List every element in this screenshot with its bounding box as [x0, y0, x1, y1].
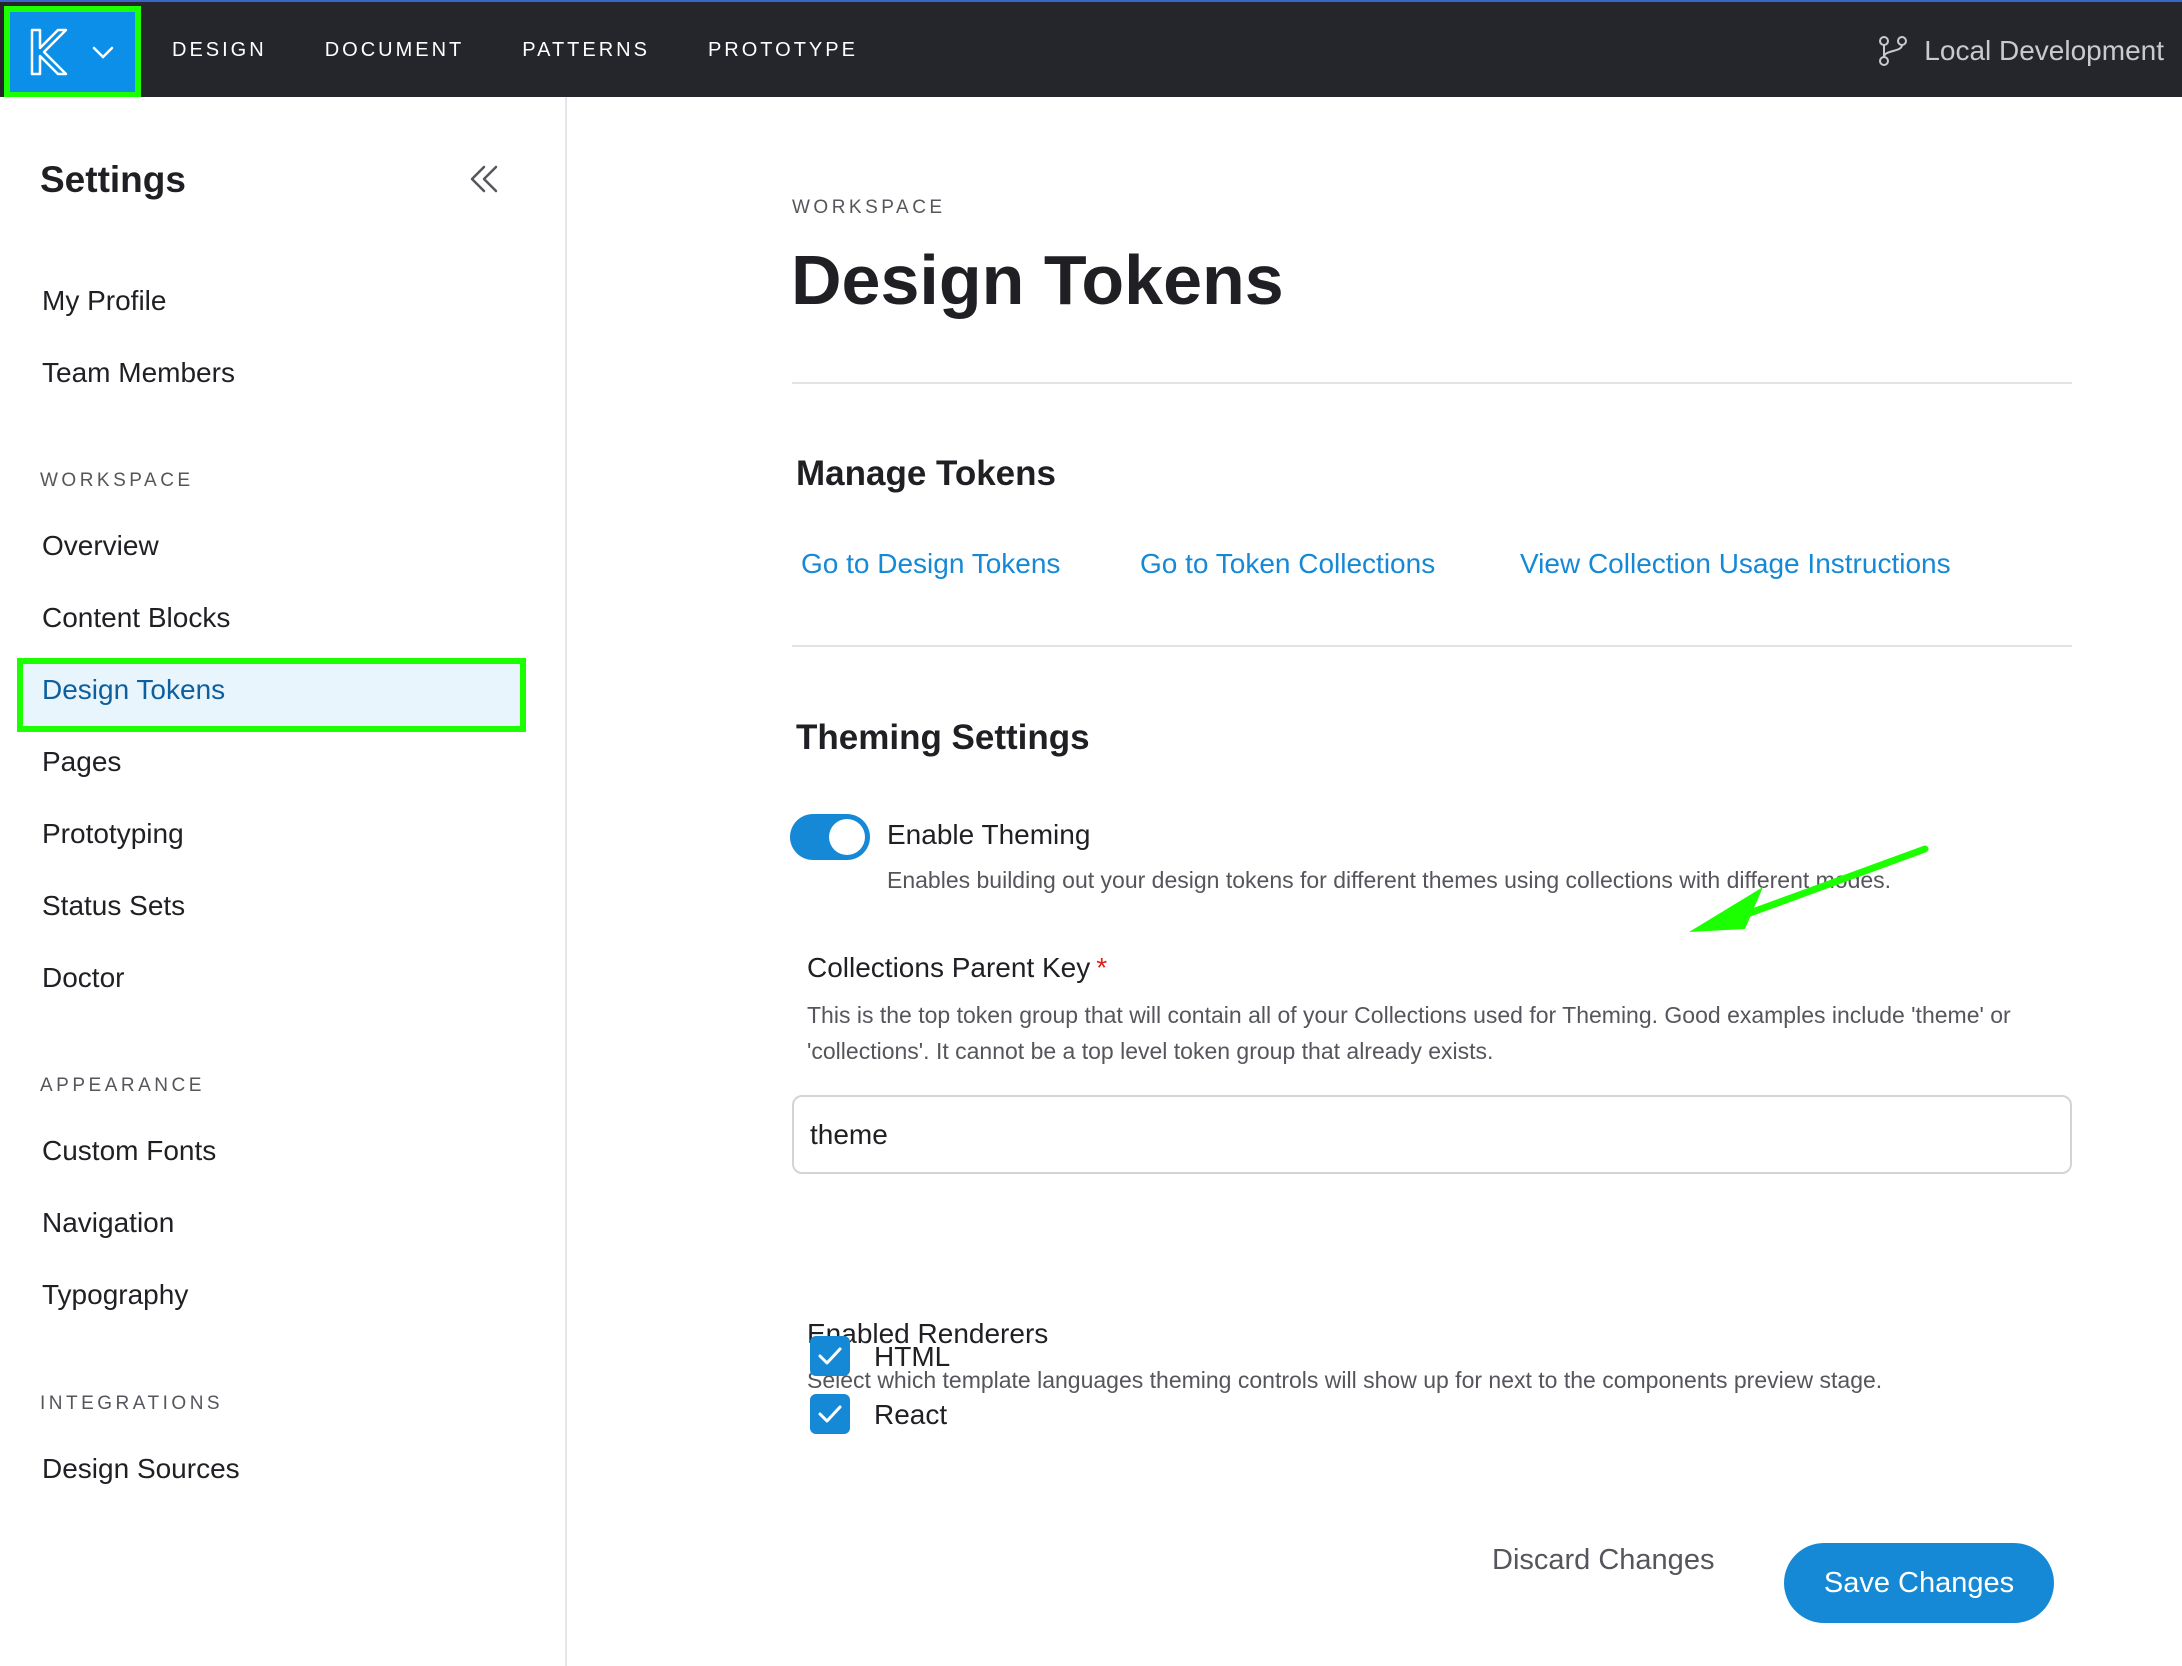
settings-main: WORKSPACE Design Tokens Manage Tokens Go…	[569, 97, 2182, 1666]
react-renderer-checkbox[interactable]	[810, 1394, 850, 1434]
enable-theming-label: Enable Theming	[887, 819, 1091, 850]
sidebar-item-pages[interactable]: Pages	[42, 746, 121, 778]
html-renderer-checkbox[interactable]	[810, 1336, 850, 1376]
divider	[792, 645, 2072, 647]
renderers-help: Select which template languages theming …	[807, 1367, 1883, 1393]
top-bar: DESIGN DOCUMENT PATTERNS PROTOTYPE Local…	[0, 0, 2182, 99]
parent-key-label: Collections Parent Key *	[807, 952, 1107, 984]
sidebar-item-design-sources[interactable]: Design Sources	[42, 1453, 240, 1485]
top-nav: DESIGN DOCUMENT PATTERNS PROTOTYPE	[172, 2, 916, 99]
nav-prototype[interactable]: PROTOTYPE	[708, 39, 858, 62]
sidebar-item-design-tokens-label: Design Tokens	[42, 674, 226, 705]
go-to-design-tokens-link[interactable]: Go to Design Tokens	[801, 548, 1060, 580]
react-renderer-label: React	[874, 1399, 948, 1430]
sidebar-item-navigation[interactable]: Navigation	[42, 1207, 174, 1239]
nav-design[interactable]: DESIGN	[172, 39, 267, 62]
sidebar-item-status-sets[interactable]: Status Sets	[42, 890, 185, 922]
view-collection-usage-link[interactable]: View Collection Usage Instructions	[1520, 548, 1951, 580]
settings-sidebar: Settings My Profile Team Members WORKSPA…	[0, 97, 567, 1666]
sidebar-item-content-blocks[interactable]: Content Blocks	[42, 602, 230, 634]
app-logo-icon	[30, 28, 68, 76]
sidebar-item-overview[interactable]: Overview	[42, 530, 159, 562]
page-eyebrow: WORKSPACE	[792, 197, 946, 218]
app-switcher-button[interactable]	[4, 6, 141, 98]
sidebar-section-workspace: WORKSPACE	[40, 470, 194, 491]
required-mark: *	[1096, 952, 1108, 983]
divider	[792, 382, 2072, 384]
sidebar-item-typography[interactable]: Typography	[42, 1279, 188, 1311]
nav-patterns[interactable]: PATTERNS	[522, 39, 650, 62]
go-to-token-collections-link[interactable]: Go to Token Collections	[1140, 548, 1435, 580]
check-icon	[818, 1405, 842, 1423]
enable-theming-toggle[interactable]	[790, 814, 870, 860]
parent-key-help: This is the top token group that will co…	[807, 1002, 2011, 1064]
sidebar-section-appearance: APPEARANCE	[40, 1075, 205, 1096]
sidebar-item-my-profile[interactable]: My Profile	[42, 285, 166, 317]
page-title: Design Tokens	[791, 241, 1284, 319]
branch-label: Local Development	[1924, 34, 2164, 66]
chevron-down-icon	[92, 46, 114, 59]
html-renderer-label: HTML	[874, 1341, 951, 1372]
git-branch-icon	[1879, 35, 1908, 66]
save-changes-button[interactable]: Save Changes	[1784, 1543, 2054, 1623]
manage-tokens-heading: Manage Tokens	[796, 454, 1056, 493]
sidebar-item-prototyping[interactable]: Prototyping	[42, 818, 184, 850]
parent-key-label-text: Collections Parent Key	[807, 952, 1091, 983]
sidebar-title: Settings	[40, 159, 186, 200]
check-icon	[818, 1347, 842, 1365]
collapse-sidebar-icon[interactable]	[466, 161, 502, 197]
parent-key-input[interactable]	[792, 1095, 2072, 1174]
discard-changes-button[interactable]: Discard Changes	[1492, 1544, 1714, 1577]
annotation-arrow-icon	[1689, 845, 1929, 932]
sidebar-item-team-members[interactable]: Team Members	[42, 357, 235, 389]
branch-selector[interactable]: Local Development	[1876, 2, 2164, 99]
sidebar-item-custom-fonts[interactable]: Custom Fonts	[42, 1135, 216, 1167]
toggle-knob	[829, 819, 865, 855]
theming-settings-heading: Theming Settings	[796, 718, 1090, 757]
sidebar-section-integrations: INTEGRATIONS	[40, 1393, 224, 1414]
sidebar-item-doctor[interactable]: Doctor	[42, 962, 124, 994]
nav-document[interactable]: DOCUMENT	[325, 39, 465, 62]
